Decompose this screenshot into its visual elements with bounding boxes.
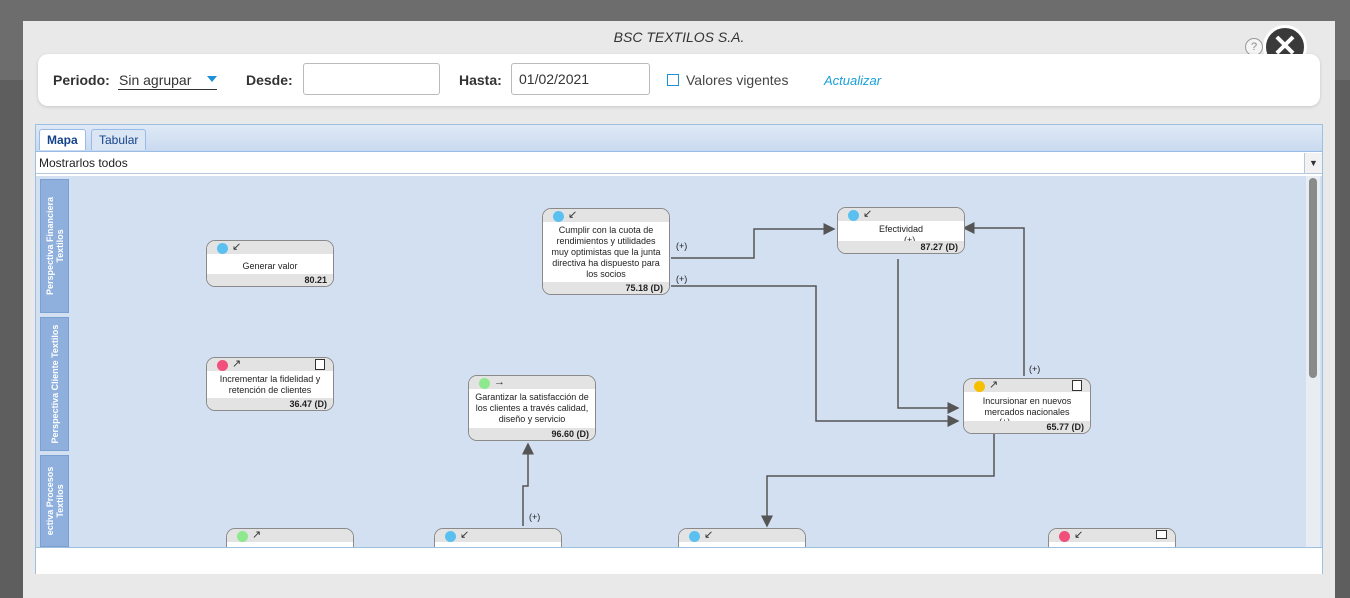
plus-label: (+): [676, 241, 688, 251]
node-label: Garantizar la satisfacción de los client…: [475, 392, 589, 424]
plus-label: (+): [529, 512, 541, 522]
link-p2-satisfaccion: [522, 442, 534, 526]
status-dot: [217, 360, 228, 371]
trend-arrow-icon: ↙: [704, 529, 714, 541]
desde-input[interactable]: [303, 63, 440, 95]
node-value: 75.18 (D): [543, 282, 669, 294]
panel-footer: [36, 547, 1322, 574]
status-dot: [689, 531, 700, 542]
desde-label: Desde:: [246, 72, 293, 88]
periodo-underline: [118, 89, 217, 90]
node-value: 96.60 (D): [469, 428, 595, 440]
plus-label: (+): [1029, 364, 1041, 374]
status-dot: [848, 210, 859, 221]
scrollbar-thumb[interactable]: [1309, 178, 1317, 378]
node-value: 87.27 (D): [838, 241, 964, 253]
filter-combo[interactable]: Mostrarlos todos: [36, 153, 1322, 174]
periodo-label: Periodo:: [53, 72, 110, 88]
document-icon: [315, 359, 325, 370]
node-label: Incursionar en nuevos mercados nacionale…: [982, 396, 1072, 417]
objective-node-process-2[interactable]: ↙: [434, 528, 562, 547]
tab-mapa[interactable]: Mapa: [39, 129, 86, 150]
status-dot: [217, 243, 228, 254]
map-scrollbar[interactable]: [1306, 176, 1320, 547]
trend-arrow-icon: ↙: [568, 209, 578, 221]
node-label: Generar valor: [242, 261, 298, 271]
trend-arrow-icon: ↙: [232, 241, 242, 253]
objective-node-mercados[interactable]: ↗ Incursionar en nuevos mercados naciona…: [963, 378, 1091, 434]
modal-title: BSC TEXTILOS S.A.: [613, 29, 745, 45]
periodo-select[interactable]: Sin agrupar: [119, 72, 191, 88]
filter-bar: Periodo: Sin agrupar Desde: Hasta: Valor…: [38, 54, 1320, 106]
node-value: 36.47 (D): [207, 398, 333, 410]
link-mercados-efectividad: [962, 222, 1025, 376]
cycle-icon: [1156, 530, 1167, 539]
chevron-down-icon[interactable]: [207, 76, 217, 82]
trend-arrow-icon: ↙: [460, 529, 470, 541]
status-dot: [974, 381, 985, 392]
tab-tabular[interactable]: Tabular: [91, 129, 147, 150]
objective-node-satisfaccion[interactable]: → Garantizar la satisfacción de los clie…: [468, 375, 596, 441]
map-panel: Mapa Tabular Mostrarlos todos ▼ Perspect…: [35, 124, 1323, 574]
objective-node-fidelidad[interactable]: ↗ Incrementar la fidelidad y retención d…: [206, 357, 334, 411]
trend-arrow-icon: →: [494, 376, 505, 388]
trend-arrow-icon: ↗: [232, 358, 242, 370]
status-dot: [1059, 531, 1070, 542]
status-dot: [479, 378, 490, 389]
objective-node-generar[interactable]: ↙ Generar valor 80.21: [206, 240, 334, 287]
trend-arrow-icon: ↙: [863, 208, 873, 220]
link-cumplir-mercados: [671, 285, 960, 427]
hasta-label: Hasta:: [459, 72, 502, 88]
objective-node-process-4[interactable]: ↙: [1048, 528, 1176, 547]
status-dot: [553, 211, 564, 222]
document-icon: [1072, 380, 1082, 391]
strategy-map: Perspectiva Financiera Textilos Perspect…: [36, 176, 1322, 547]
valores-vigentes-checkbox[interactable]: [667, 74, 679, 86]
objective-node-efectividad[interactable]: ↙ Efectividad (+) 87.27 (D): [837, 207, 965, 254]
node-label: Cumplir con la cuota de rendimientos y u…: [551, 225, 661, 279]
hasta-input[interactable]: [511, 63, 650, 95]
trend-arrow-icon: ↗: [252, 529, 262, 541]
status-dot: [445, 531, 456, 542]
objective-node-process-3[interactable]: ↙: [678, 528, 806, 547]
link-mercados-p3: [761, 434, 995, 528]
trend-arrow-icon: ↗: [989, 379, 999, 391]
objective-node-process-1[interactable]: ↗: [226, 528, 354, 547]
objective-node-cumplir[interactable]: ↙ Cumplir con la cuota de rendimientos y…: [542, 208, 670, 295]
trend-arrow-icon: ↙: [1074, 529, 1084, 541]
status-dot: [237, 531, 248, 542]
node-label: Efectividad: [878, 224, 924, 234]
bsc-modal: BSC TEXTILOS S.A. ? ✕ Periodo: Sin agrup…: [23, 21, 1335, 598]
link-efectividad-mercados: [897, 259, 960, 414]
chevron-down-icon[interactable]: ▼: [1304, 153, 1322, 173]
node-value: 65.77 (D): [964, 421, 1090, 433]
link-cumplir-efectividad: [671, 223, 836, 259]
node-value: 80.21: [207, 274, 333, 286]
valores-vigentes-label: Valores vigentes: [686, 72, 789, 88]
plus-label: (+): [676, 274, 688, 284]
actualizar-link[interactable]: Actualizar: [824, 73, 881, 88]
tab-strip: Mapa Tabular: [36, 125, 1322, 152]
node-label: Incrementar la fidelidad y retención de …: [219, 374, 321, 395]
